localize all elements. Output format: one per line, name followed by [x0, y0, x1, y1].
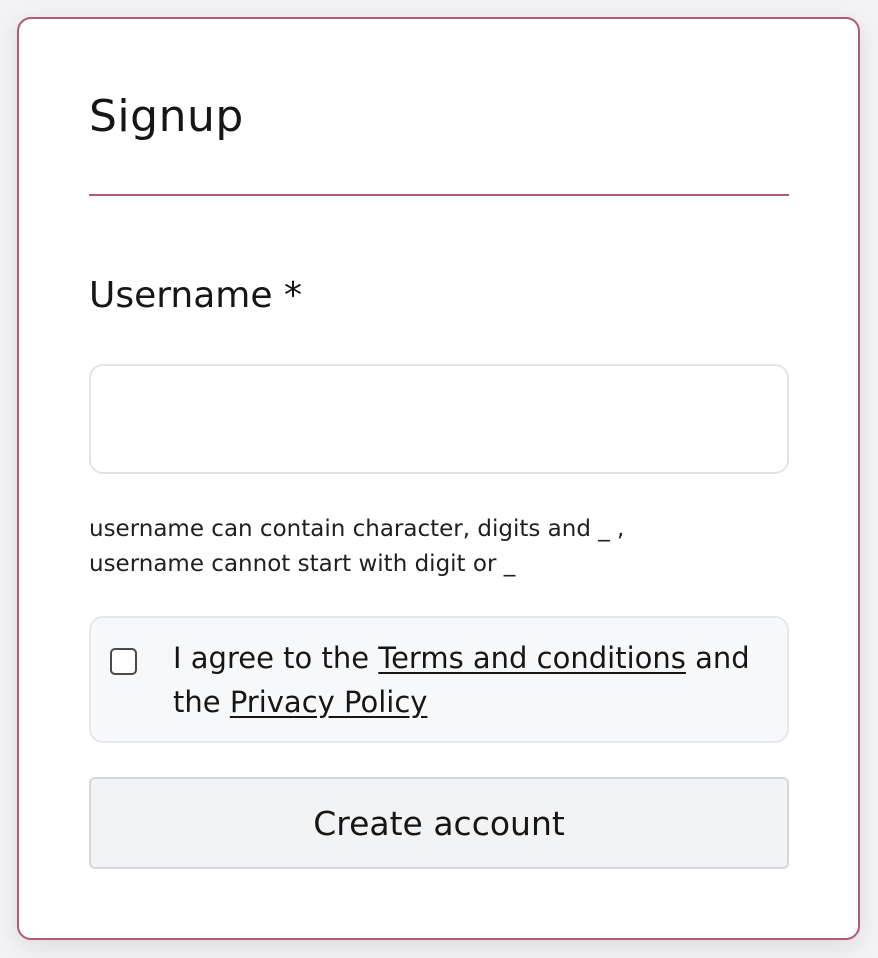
agree-text: I agree to the Terms and conditions and …	[173, 636, 773, 724]
privacy-policy-link[interactable]: Privacy Policy	[230, 685, 428, 719]
helper-line-1: username can contain character, digits a…	[89, 516, 625, 542]
terms-agreement-box: I agree to the Terms and conditions and …	[89, 616, 789, 743]
username-input[interactable]	[89, 364, 789, 474]
helper-line-2: username cannot start with digit or _	[89, 551, 516, 577]
signup-card: Signup Username * username can contain c…	[17, 17, 860, 940]
terms-link[interactable]: Terms and conditions	[378, 641, 686, 675]
create-account-button[interactable]: Create account	[89, 777, 789, 869]
agree-prefix: I agree to the	[173, 641, 379, 675]
agree-checkbox[interactable]	[110, 648, 137, 675]
title-divider	[89, 194, 789, 196]
page-title: Signup	[89, 91, 244, 142]
username-helper-text: username can contain character, digits a…	[89, 512, 789, 582]
username-label: Username *	[89, 275, 302, 316]
